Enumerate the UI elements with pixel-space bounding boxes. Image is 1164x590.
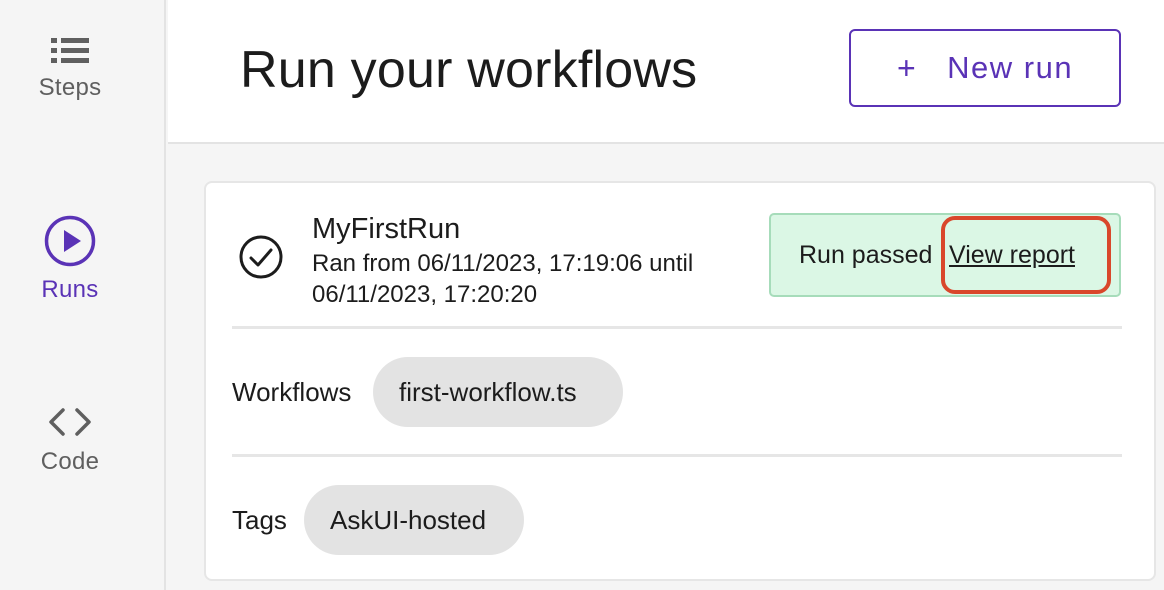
- run-name: MyFirstRun: [312, 213, 461, 245]
- list-icon: [51, 38, 89, 63]
- play-circle-icon: [44, 215, 96, 267]
- sidebar-item-runs[interactable]: Runs: [0, 214, 140, 304]
- run-time: Ran from 06/11/2023, 17:19:06 until 06/1…: [312, 250, 694, 308]
- plus-icon: +: [896, 49, 918, 86]
- check-circle-icon: [239, 235, 283, 279]
- header: Run your workflows + New run: [168, 0, 1164, 144]
- sidebar-item-code[interactable]: Code: [0, 404, 140, 476]
- sidebar-item-steps[interactable]: Steps: [0, 36, 140, 102]
- view-report-link[interactable]: View report: [949, 241, 1075, 270]
- sidebar-item-label: Steps: [38, 74, 102, 101]
- sidebar-item-label: Code: [40, 448, 100, 475]
- tags-label: Tags: [232, 505, 287, 535]
- workflows-label: Workflows: [232, 377, 352, 407]
- new-run-label: New run: [947, 50, 1074, 85]
- new-run-button[interactable]: + New run: [849, 29, 1121, 107]
- app: Steps Runs Code Run your workflows + New…: [0, 0, 1164, 590]
- run-card: MyFirstRun Ran from 06/11/2023, 17:19:06…: [204, 181, 1156, 581]
- workflow-chip[interactable]: first-workflow.ts: [373, 357, 623, 427]
- code-brackets-icon: [49, 408, 91, 436]
- divider: [232, 454, 1122, 457]
- page-title: Run your workflows: [240, 41, 698, 99]
- status-text: Run passed: [799, 241, 933, 269]
- sidebar: Steps Runs Code: [0, 0, 166, 590]
- tag-chip[interactable]: AskUI-hosted: [304, 485, 524, 555]
- divider: [232, 326, 1122, 329]
- sidebar-item-label: Runs: [41, 276, 99, 303]
- status-banner: Run passed View report: [769, 213, 1121, 297]
